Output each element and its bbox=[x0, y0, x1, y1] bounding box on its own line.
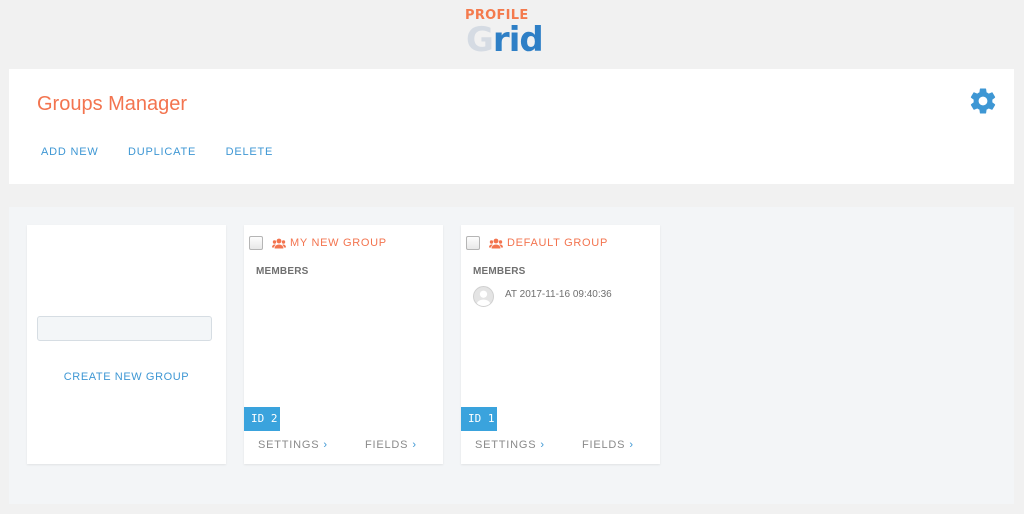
group-fields-link[interactable]: FIELDS › bbox=[365, 439, 417, 451]
group-settings-link[interactable]: SETTINGS › bbox=[258, 439, 328, 451]
chevron-right-icon: › bbox=[412, 439, 417, 451]
duplicate-button[interactable]: DUPLICATE bbox=[128, 146, 196, 158]
groups-area: CREATE NEW GROUP MY NEW GROUP MEMBERS ID… bbox=[9, 207, 1014, 504]
members-label: MEMBERS bbox=[473, 266, 526, 277]
group-title[interactable]: MY NEW GROUP bbox=[290, 237, 387, 249]
profilegrid-logo: PROFILE Grid bbox=[464, 6, 560, 64]
users-icon bbox=[272, 238, 286, 248]
group-select-checkbox[interactable] bbox=[466, 236, 480, 250]
member-joined-text: AT 2017-11-16 09:40:36 bbox=[505, 289, 612, 300]
delete-button[interactable]: DELETE bbox=[226, 146, 274, 158]
avatar bbox=[473, 286, 494, 307]
group-card-header: MY NEW GROUP bbox=[249, 235, 387, 251]
group-card: DEFAULT GROUP MEMBERS AT 2017-11-16 09:4… bbox=[461, 225, 660, 464]
logo-grid-text: Grid bbox=[466, 20, 544, 60]
member-item[interactable]: AT 2017-11-16 09:40:36 bbox=[473, 286, 612, 307]
gear-icon[interactable] bbox=[968, 86, 998, 116]
header-actions: ADD NEW DUPLICATE DELETE bbox=[41, 142, 298, 160]
chevron-right-icon: › bbox=[323, 439, 328, 451]
chevron-right-icon: › bbox=[629, 439, 634, 451]
group-id-badge: ID 1 bbox=[461, 407, 497, 431]
create-group-card: CREATE NEW GROUP bbox=[27, 225, 226, 464]
group-id-badge: ID 2 bbox=[244, 407, 280, 431]
group-title[interactable]: DEFAULT GROUP bbox=[507, 237, 608, 249]
group-settings-link[interactable]: SETTINGS › bbox=[475, 439, 545, 451]
header-panel: Groups Manager ADD NEW DUPLICATE DELETE bbox=[9, 69, 1014, 184]
members-label: MEMBERS bbox=[256, 266, 309, 277]
create-new-group-button[interactable]: CREATE NEW GROUP bbox=[27, 371, 226, 383]
users-icon bbox=[489, 238, 503, 248]
chevron-right-icon: › bbox=[540, 439, 545, 451]
group-fields-link[interactable]: FIELDS › bbox=[582, 439, 634, 451]
group-card: MY NEW GROUP MEMBERS ID 2 SETTINGS › FIEL… bbox=[244, 225, 443, 464]
group-name-input[interactable] bbox=[37, 316, 212, 341]
add-new-button[interactable]: ADD NEW bbox=[41, 146, 99, 158]
group-card-header: DEFAULT GROUP bbox=[466, 235, 608, 251]
page-title: Groups Manager bbox=[37, 93, 188, 115]
group-select-checkbox[interactable] bbox=[249, 236, 263, 250]
